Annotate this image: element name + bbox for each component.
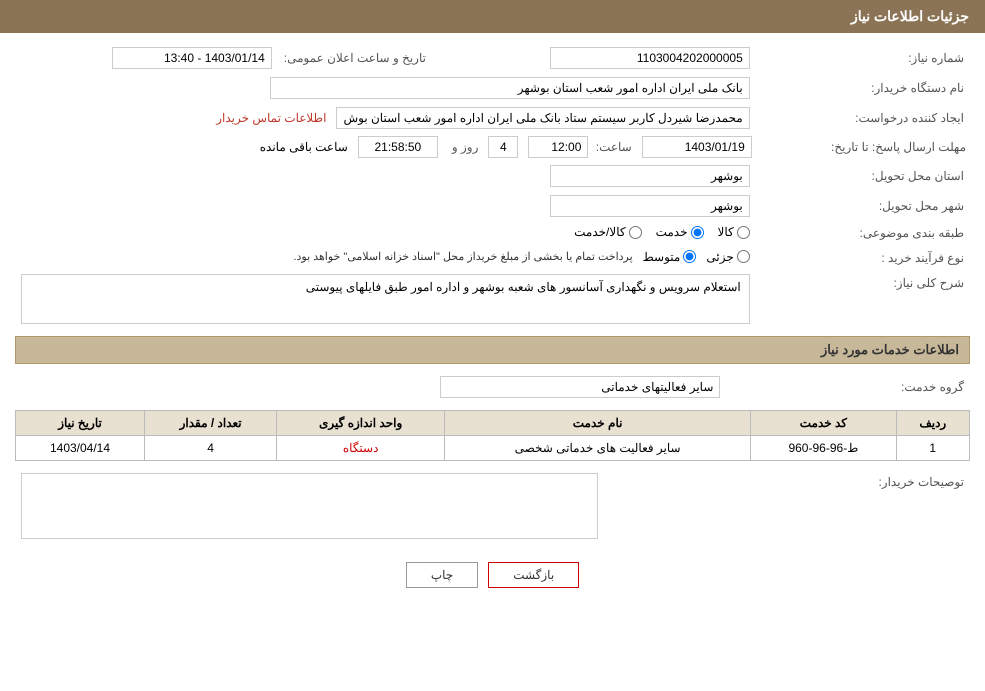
mohlat-mande-label: ساعت باقی مانده bbox=[260, 140, 348, 154]
nam-dastgah-label: نام دستگاه خریدار: bbox=[756, 73, 970, 103]
ostan-label: استان محل تحویل: bbox=[756, 161, 970, 191]
tabaqe-label: طبقه بندی موضوعی: bbox=[756, 221, 970, 246]
table-row: 1 ط-96-96-960 سایر فعالیت های خدماتی شخص… bbox=[16, 436, 970, 461]
page-header: جزئیات اطلاعات نیاز bbox=[0, 0, 985, 33]
ijad-konande-value: محمدرضا شیردل کاربر سیستم ستاد بانک ملی … bbox=[336, 107, 749, 129]
gorohe-row: گروه خدمت: سایر فعالیتهای خدماتی bbox=[15, 372, 970, 402]
col-tarikh: تاریخ نیاز bbox=[16, 411, 145, 436]
bazgasht-button[interactable]: بازگشت bbox=[488, 562, 579, 588]
tabaqe-khadamat-radio[interactable] bbox=[691, 226, 704, 239]
tabaqe-khadamat-option[interactable]: خدمت bbox=[656, 225, 704, 239]
ostan-row: استان محل تحویل: بوشهر bbox=[15, 161, 970, 191]
tabaqe-kala-label: کالا bbox=[718, 225, 734, 239]
col-nam: نام خدمت bbox=[445, 411, 751, 436]
cell-tarikh: 1403/04/14 bbox=[16, 436, 145, 461]
nam-dastgah-value: بانک ملی ایران اداره امور شعب استان بوشه… bbox=[270, 77, 750, 99]
ijad-konande-row: ایجاد کننده درخواست: محمدرضا شیردل کاربر… bbox=[15, 103, 970, 133]
tosaif-label: توصیحات خریدار: bbox=[604, 469, 970, 546]
mohlat-rooz-label: روز و bbox=[452, 140, 479, 154]
cell-vahed: دستگاه bbox=[277, 436, 445, 461]
tabaqe-row: طبقه بندی موضوعی: کالا خدمت bbox=[15, 221, 970, 246]
shahr-row: شهر محل تحویل: بوشهر bbox=[15, 191, 970, 221]
chap-button[interactable]: چاپ bbox=[406, 562, 478, 588]
tarikh-saat-value: 1403/01/14 - 13:40 bbox=[112, 47, 272, 69]
ostan-value: بوشهر bbox=[550, 165, 750, 187]
noefarayand-note: پرداخت تمام یا بخشی از مبلغ خریداز محل "… bbox=[293, 250, 632, 263]
tabaqe-kala-radio[interactable] bbox=[737, 226, 750, 239]
sharh-value: استعلام سرویس و نگهداری آسانسور های شعبه… bbox=[21, 274, 750, 324]
cell-radif: 1 bbox=[896, 436, 969, 461]
sharh-label: شرح کلی نیاز: bbox=[756, 270, 970, 328]
shahr-value: بوشهر bbox=[550, 195, 750, 217]
shomare-niaz-row: شماره نیاز: 1103004202000005 تاریخ و ساع… bbox=[15, 43, 970, 73]
col-vahed: واحد اندازه گیری bbox=[277, 411, 445, 436]
khadamat-section-title: اطلاعات خدمات مورد نیاز bbox=[15, 336, 970, 364]
services-table: ردیف کد خدمت نام خدمت واحد اندازه گیری ت… bbox=[15, 410, 970, 461]
noefarayand-jazii-radio[interactable] bbox=[737, 250, 750, 263]
col-radif: ردیف bbox=[896, 411, 969, 436]
gorohe-value: سایر فعالیتهای خدماتی bbox=[440, 376, 720, 398]
noefarayand-motavaset-option[interactable]: متوسط bbox=[643, 250, 697, 264]
page-title: جزئیات اطلاعات نیاز bbox=[851, 8, 969, 24]
noefarayand-row: نوع فرآیند خرید : جزئی متوسط پرداخت تمام… bbox=[15, 246, 970, 271]
button-row: بازگشت چاپ bbox=[15, 562, 970, 588]
col-kod: کد خدمت bbox=[751, 411, 896, 436]
tarikh-saat-label: تاریخ و ساعت اعلان عمومی: bbox=[278, 43, 432, 73]
cell-kod: ط-96-96-960 bbox=[751, 436, 896, 461]
tabaqe-radio-group: کالا خدمت کالا/خدمت bbox=[574, 225, 750, 239]
mohlat-rooz-value: 4 bbox=[488, 136, 518, 158]
mohlat-saat-label: ساعت: bbox=[596, 140, 632, 154]
tosaif-row: توصیحات خریدار: bbox=[15, 469, 970, 546]
services-header-row: ردیف کد خدمت نام خدمت واحد اندازه گیری ت… bbox=[16, 411, 970, 436]
mohlat-saat-value: 12:00 bbox=[528, 136, 588, 158]
nam-dastgah-row: نام دستگاه خریدار: بانک ملی ایران اداره … bbox=[15, 73, 970, 103]
shomare-niaz-label: شماره نیاز: bbox=[756, 43, 970, 73]
services-table-head: ردیف کد خدمت نام خدمت واحد اندازه گیری ت… bbox=[16, 411, 970, 436]
tabaqe-kalakhadamat-option[interactable]: کالا/خدمت bbox=[574, 225, 641, 239]
noefarayand-jazii-label: جزئی bbox=[706, 250, 733, 264]
main-form-table: شماره نیاز: 1103004202000005 تاریخ و ساع… bbox=[15, 43, 970, 328]
contact-info-link[interactable]: اطلاعات تماس خریدار bbox=[216, 111, 326, 125]
cell-nam: سایر فعالیت های خدماتی شخصی bbox=[445, 436, 751, 461]
gorohe-label: گروه خدمت: bbox=[726, 372, 970, 402]
tabaqe-kala-option[interactable]: کالا bbox=[718, 225, 750, 239]
services-table-body: 1 ط-96-96-960 سایر فعالیت های خدماتی شخص… bbox=[16, 436, 970, 461]
page-wrapper: جزئیات اطلاعات نیاز شماره نیاز: 11030042… bbox=[0, 0, 985, 691]
shomare-niaz-value: 1103004202000005 bbox=[550, 47, 750, 69]
noefarayand-jazii-option[interactable]: جزئی bbox=[706, 250, 749, 264]
mohlat-label: مهلت ارسال پاسخ: تا تاریخ: bbox=[756, 133, 970, 161]
cell-tedad: 4 bbox=[145, 436, 277, 461]
mohlat-date-value: 1403/01/19 bbox=[642, 136, 752, 158]
mohlat-row: مهلت ارسال پاسخ: تا تاریخ: 1403/01/19 سا… bbox=[15, 133, 970, 161]
tabaqe-kalakhadamat-radio[interactable] bbox=[629, 226, 642, 239]
tabaqe-khadamat-label: خدمت bbox=[656, 225, 688, 239]
col-tedad: تعداد / مقدار bbox=[145, 411, 277, 436]
ijad-konande-label: ایجاد کننده درخواست: bbox=[756, 103, 970, 133]
gorohe-form-table: گروه خدمت: سایر فعالیتهای خدماتی bbox=[15, 372, 970, 402]
tabaqe-kalakhadamat-label: کالا/خدمت bbox=[574, 225, 625, 239]
tosaif-textarea[interactable] bbox=[21, 473, 598, 539]
tosaif-form-table: توصیحات خریدار: bbox=[15, 469, 970, 546]
sharh-row: شرح کلی نیاز: استعلام سرویس و نگهداری آس… bbox=[15, 270, 970, 328]
shahr-label: شهر محل تحویل: bbox=[756, 191, 970, 221]
content-area: شماره نیاز: 1103004202000005 تاریخ و ساع… bbox=[0, 33, 985, 598]
noefarayand-motavaset-radio[interactable] bbox=[683, 250, 696, 263]
noefarayand-motavaset-label: متوسط bbox=[643, 250, 681, 264]
mohlat-mande-value: 21:58:50 bbox=[358, 136, 438, 158]
noefarayand-label: نوع فرآیند خرید : bbox=[756, 246, 970, 271]
